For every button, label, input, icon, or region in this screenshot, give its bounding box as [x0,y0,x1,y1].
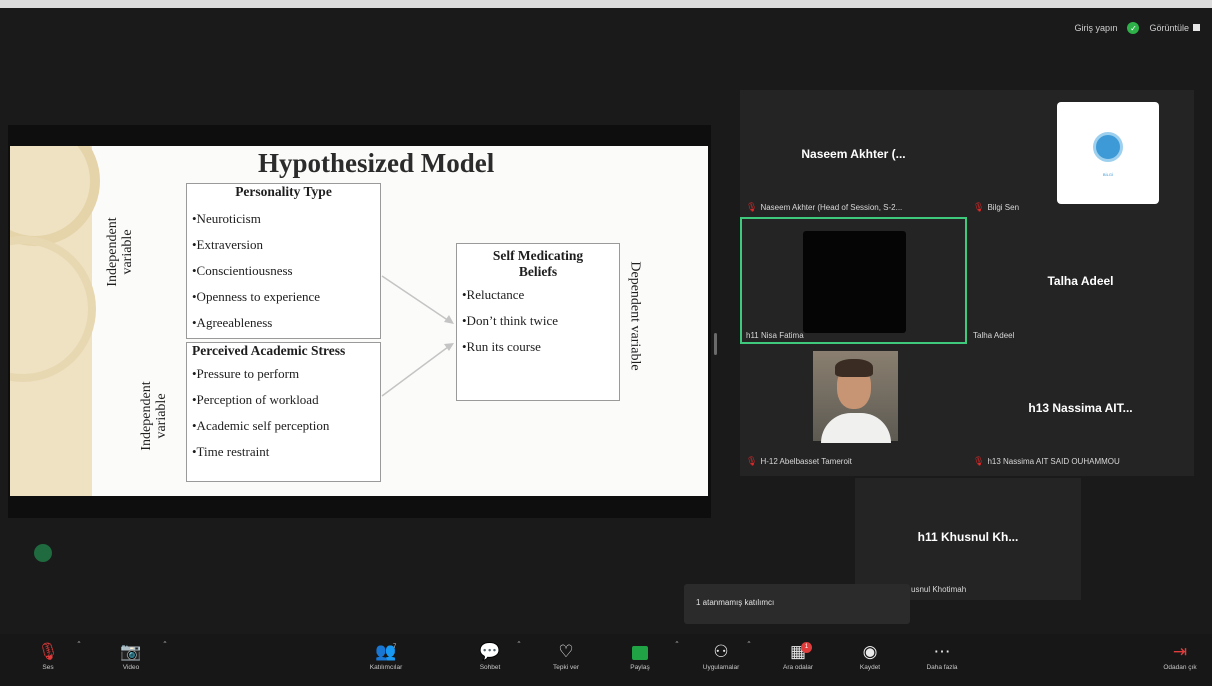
chat-button[interactable]: 💬 Sohbet [462,640,518,671]
record-icon: ◉ [862,642,878,661]
mic-muted-icon: 🎙 [746,202,758,212]
breakout-rooms-icon: ▦ [789,642,807,661]
share-options-chevron-icon[interactable]: ⌃ [672,640,682,648]
presentation-slide: Hypothesized Model Independent variable … [10,146,708,496]
participant-tile[interactable]: Talha Adeel Talha Adeel [967,217,1194,344]
mic-muted-icon: 🎙 [746,456,758,466]
top-strip [0,0,1212,8]
participant-name-label: Talha Adeel [973,331,1015,340]
react-label: Tepki ver [552,664,579,671]
chat-icon: 💬 [479,642,501,661]
arrow-line-2 [381,343,453,397]
breakout-rooms-button[interactable]: ▦ 1 Ara odalar [770,640,826,671]
mic-muted-icon: 🎙 [973,456,985,466]
participant-big-name: Naseem Akhter (... [801,146,906,161]
avatar: BİLGİ [1057,102,1159,204]
top-bar: Giriş yapın ✓ Görüntüle [1074,22,1200,34]
participant-big-name: h13 Nassima AIT... [1028,400,1133,415]
apps-label: Uygulamalar [702,664,740,671]
more-icon: ⋯ [933,642,951,661]
leave-button[interactable]: ⇥ Odadan çık [1152,640,1208,671]
participant-name-label: usnul Khotimah [911,585,967,594]
participant-tile[interactable]: BİLGİ 🎙 Bilgi Sen [967,90,1194,217]
chat-label: Sohbet [479,664,501,671]
camera-off-icon: 📷 [120,642,142,661]
participant-tile[interactable]: Naseem Akhter (... 🎙 Naseem Akhter (Head … [740,90,967,217]
splitter-handle[interactable] [714,333,717,355]
apps-button[interactable]: ⚇ Uygulamalar [693,640,749,671]
participant-name-label: 🎙 H-12 Abelbasset Tameroit [746,456,852,466]
more-label: Daha fazla [926,664,958,671]
leave-icon: ⇥ [1172,642,1188,661]
apps-options-chevron-icon[interactable]: ⌃ [744,640,754,648]
participant-big-name: h11 Khusnul Kh... [917,530,1019,544]
share-label: Paylaş [630,664,650,671]
participant-name-label: 🎙 Bilgi Sen [973,202,1020,212]
audio-label: Ses [42,664,54,671]
mic-muted-icon: 🎙 [973,202,985,212]
participant-gallery: Naseem Akhter (... 🎙 Naseem Akhter (Head … [740,90,1194,476]
chat-options-chevron-icon[interactable]: ⌃ [514,640,524,648]
mic-off-icon: 🎙 [37,642,59,661]
arrow-line-1 [381,275,453,324]
breakout-label: Ara odalar [783,664,813,671]
audio-options-chevron-icon[interactable]: ⌃ [74,640,84,648]
arrow-head-2 [444,343,454,351]
participant-big-name: Talha Adeel [1047,273,1114,288]
participant-tile[interactable]: 🎙 H-12 Abelbasset Tameroit [740,344,967,471]
audio-button[interactable]: 🎙 Ses [20,640,76,671]
participants-button[interactable]: 👥 7 Katılımcılar [358,640,414,671]
reaction-icon[interactable] [34,544,52,562]
meeting-toolbar: 🎙 Ses ⌃ 📷 Video ⌃ 👥 7 Katılımcılar 💬 Soh… [0,634,1212,686]
security-shield-icon[interactable]: ✓ [1127,22,1140,34]
unassigned-participants-notice[interactable]: 1 atanmamış katılımcı [684,584,910,624]
diagram-arrows [381,275,454,397]
record-label: Kaydet [859,664,881,671]
share-screen-icon [612,640,668,664]
record-button[interactable]: ◉ Kaydet [842,640,898,671]
breakout-badge: 1 [801,642,812,653]
participants-count: 7 [393,644,397,650]
login-link[interactable]: Giriş yapın [1074,23,1117,33]
participant-name-label: 🎙 h13 Nassima AIT SAID OUHAMMOU [973,456,1120,466]
participant-name-label: 🎙 Naseem Akhter (Head of Session, S-2... [746,202,903,212]
share-button[interactable]: Paylaş [612,640,668,671]
video-options-chevron-icon[interactable]: ⌃ [160,640,170,648]
view-button[interactable]: Görüntüle [1149,23,1200,33]
shared-screen: Hypothesized Model Independent variable … [8,125,711,518]
video-feed [803,231,906,333]
react-button[interactable]: ♡ Tepki ver [538,640,594,671]
participant-photo [813,351,898,443]
participants-label: Katılımcılar [369,664,403,671]
participant-tile-active-speaker[interactable]: h11 Nisa Fatima [740,217,967,344]
apps-icon: ⚇ [713,642,729,661]
view-label: Görüntüle [1149,23,1189,33]
video-label: Video [122,664,140,671]
participant-tile-floating[interactable]: h11 Khusnul Kh... usnul Khotimah [855,478,1081,600]
participant-tile[interactable]: h13 Nassima AIT... 🎙 h13 Nassima AIT SAID… [967,344,1194,471]
people-icon: 👥 [375,642,397,661]
leave-label: Odadan çık [1163,664,1197,671]
notice-text: 1 atanmamış katılımcı [696,598,775,607]
grid-view-icon [1193,24,1200,31]
participant-name-label: h11 Nisa Fatima [746,331,804,340]
more-button[interactable]: ⋯ Daha fazla [914,640,970,671]
heart-icon: ♡ [558,642,574,661]
video-button[interactable]: 📷 Video [103,640,159,671]
